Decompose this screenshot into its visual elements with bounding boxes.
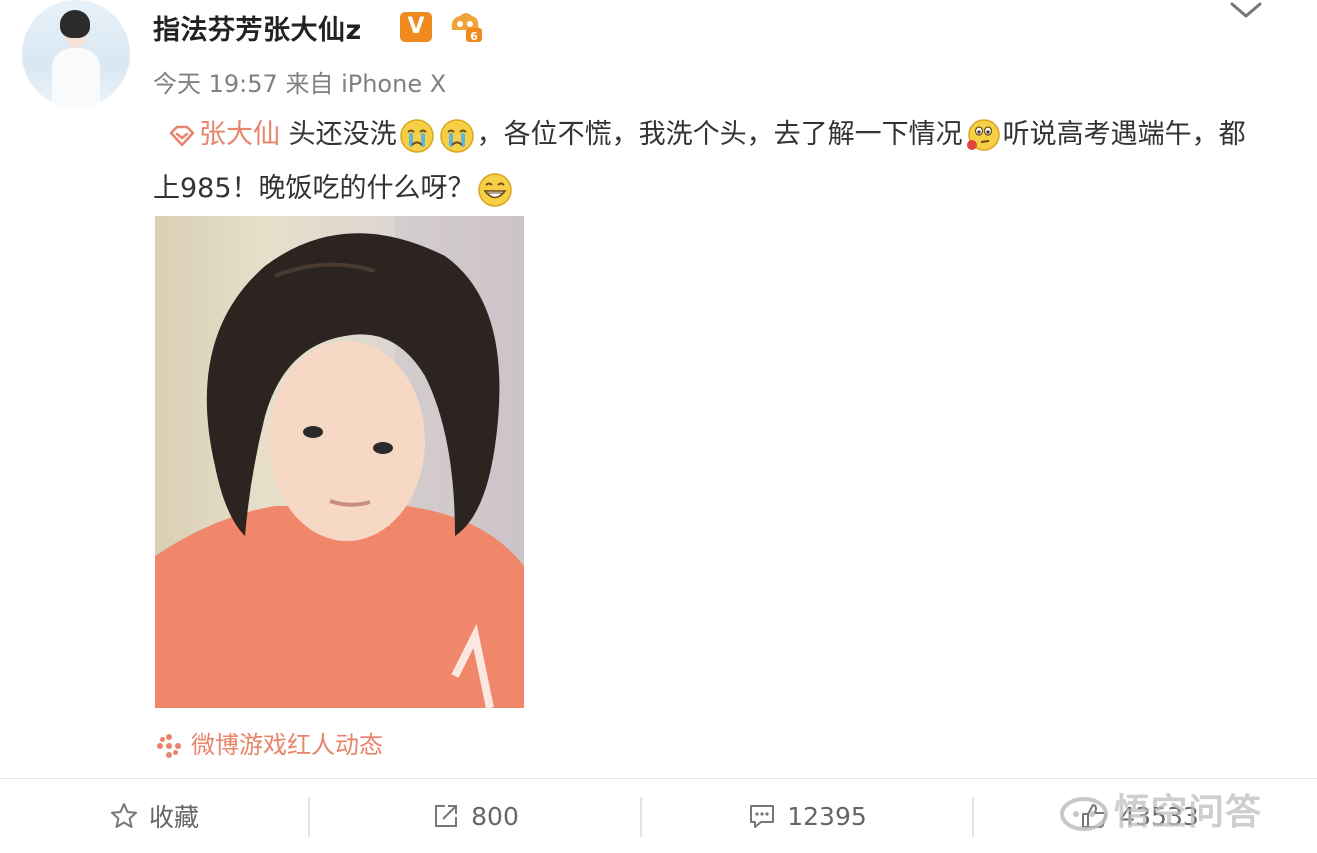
crying-emoji-icon xyxy=(439,118,474,153)
flower-icon xyxy=(157,734,181,758)
username[interactable]: 指法芬芳张大仙z xyxy=(153,8,362,47)
source-tag-label: 微博游戏红人动态 xyxy=(191,731,383,759)
star-icon xyxy=(110,803,137,828)
crying-emoji-icon xyxy=(399,118,434,153)
watermark: 悟空问答 xyxy=(1058,783,1262,835)
post-content: 张大仙 头还没洗 ，各位不慌，我洗个头，去了解一下情况 听说高考遇端午，都上985！… xyxy=(153,108,1263,216)
post-text-1: 头还没洗 xyxy=(288,119,397,150)
mention-link[interactable]: 张大仙 xyxy=(199,119,280,150)
thinking-emoji-icon xyxy=(966,118,1000,151)
post-photo[interactable] xyxy=(155,216,524,708)
level-badge-icon: 6 xyxy=(451,13,482,43)
repost-count: 800 xyxy=(471,801,519,831)
post-meta: 今天 19:57 来自 iPhone X xyxy=(153,64,446,99)
share-icon xyxy=(435,805,458,827)
watermark-logo-icon xyxy=(1060,797,1108,831)
super-topic-icon xyxy=(169,125,195,146)
svg-text:6: 6 xyxy=(470,30,478,43)
comment-button[interactable]: 12395 xyxy=(642,779,972,853)
watermark-text: 悟空问答 xyxy=(1114,792,1263,833)
post-time: 今天 19:57 xyxy=(153,70,278,98)
chevron-down-icon[interactable] xyxy=(1229,0,1263,20)
device-label[interactable]: iPhone X xyxy=(341,70,446,98)
verified-badge-icon: V xyxy=(400,12,432,42)
repost-button[interactable]: 800 xyxy=(310,779,640,853)
favorite-button[interactable]: 收藏 xyxy=(0,779,308,853)
comment-icon xyxy=(750,805,775,828)
grin-emoji-icon xyxy=(477,172,512,207)
avatar[interactable] xyxy=(22,0,130,108)
post-text-2: ，各位不慌，我洗个头，去了解一下情况 xyxy=(476,119,963,150)
favorite-label: 收藏 xyxy=(148,803,199,832)
comment-count: 12395 xyxy=(787,801,867,831)
source-tag[interactable]: 微博游戏红人动态 xyxy=(155,725,383,760)
source-label: 来自 xyxy=(285,70,334,98)
selfie-photo xyxy=(155,216,524,708)
